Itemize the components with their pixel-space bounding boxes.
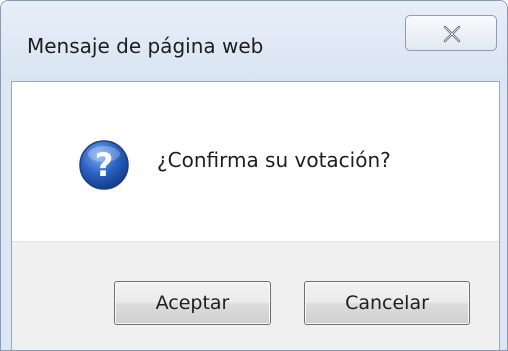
dialog-message: ¿Confirma su votación? [157, 148, 391, 172]
cancel-button[interactable]: Cancelar [304, 281, 470, 325]
accept-button[interactable]: Aceptar [114, 281, 271, 325]
dialog-title: Mensaje de página web [27, 34, 264, 58]
dialog-content: ? ¿Confirma su votación? Aceptar Cancela… [11, 81, 500, 350]
dialog-window: Mensaje de página web ? ¿Confirma su vot… [0, 0, 508, 351]
svg-text:?: ? [95, 146, 114, 184]
close-icon [443, 25, 461, 43]
close-button[interactable] [405, 15, 497, 51]
button-area: Aceptar Cancelar [12, 241, 499, 350]
message-area: ? ¿Confirma su votación? [12, 82, 499, 241]
title-bar[interactable]: Mensaje de página web [1, 1, 507, 81]
question-icon: ? [79, 140, 129, 190]
